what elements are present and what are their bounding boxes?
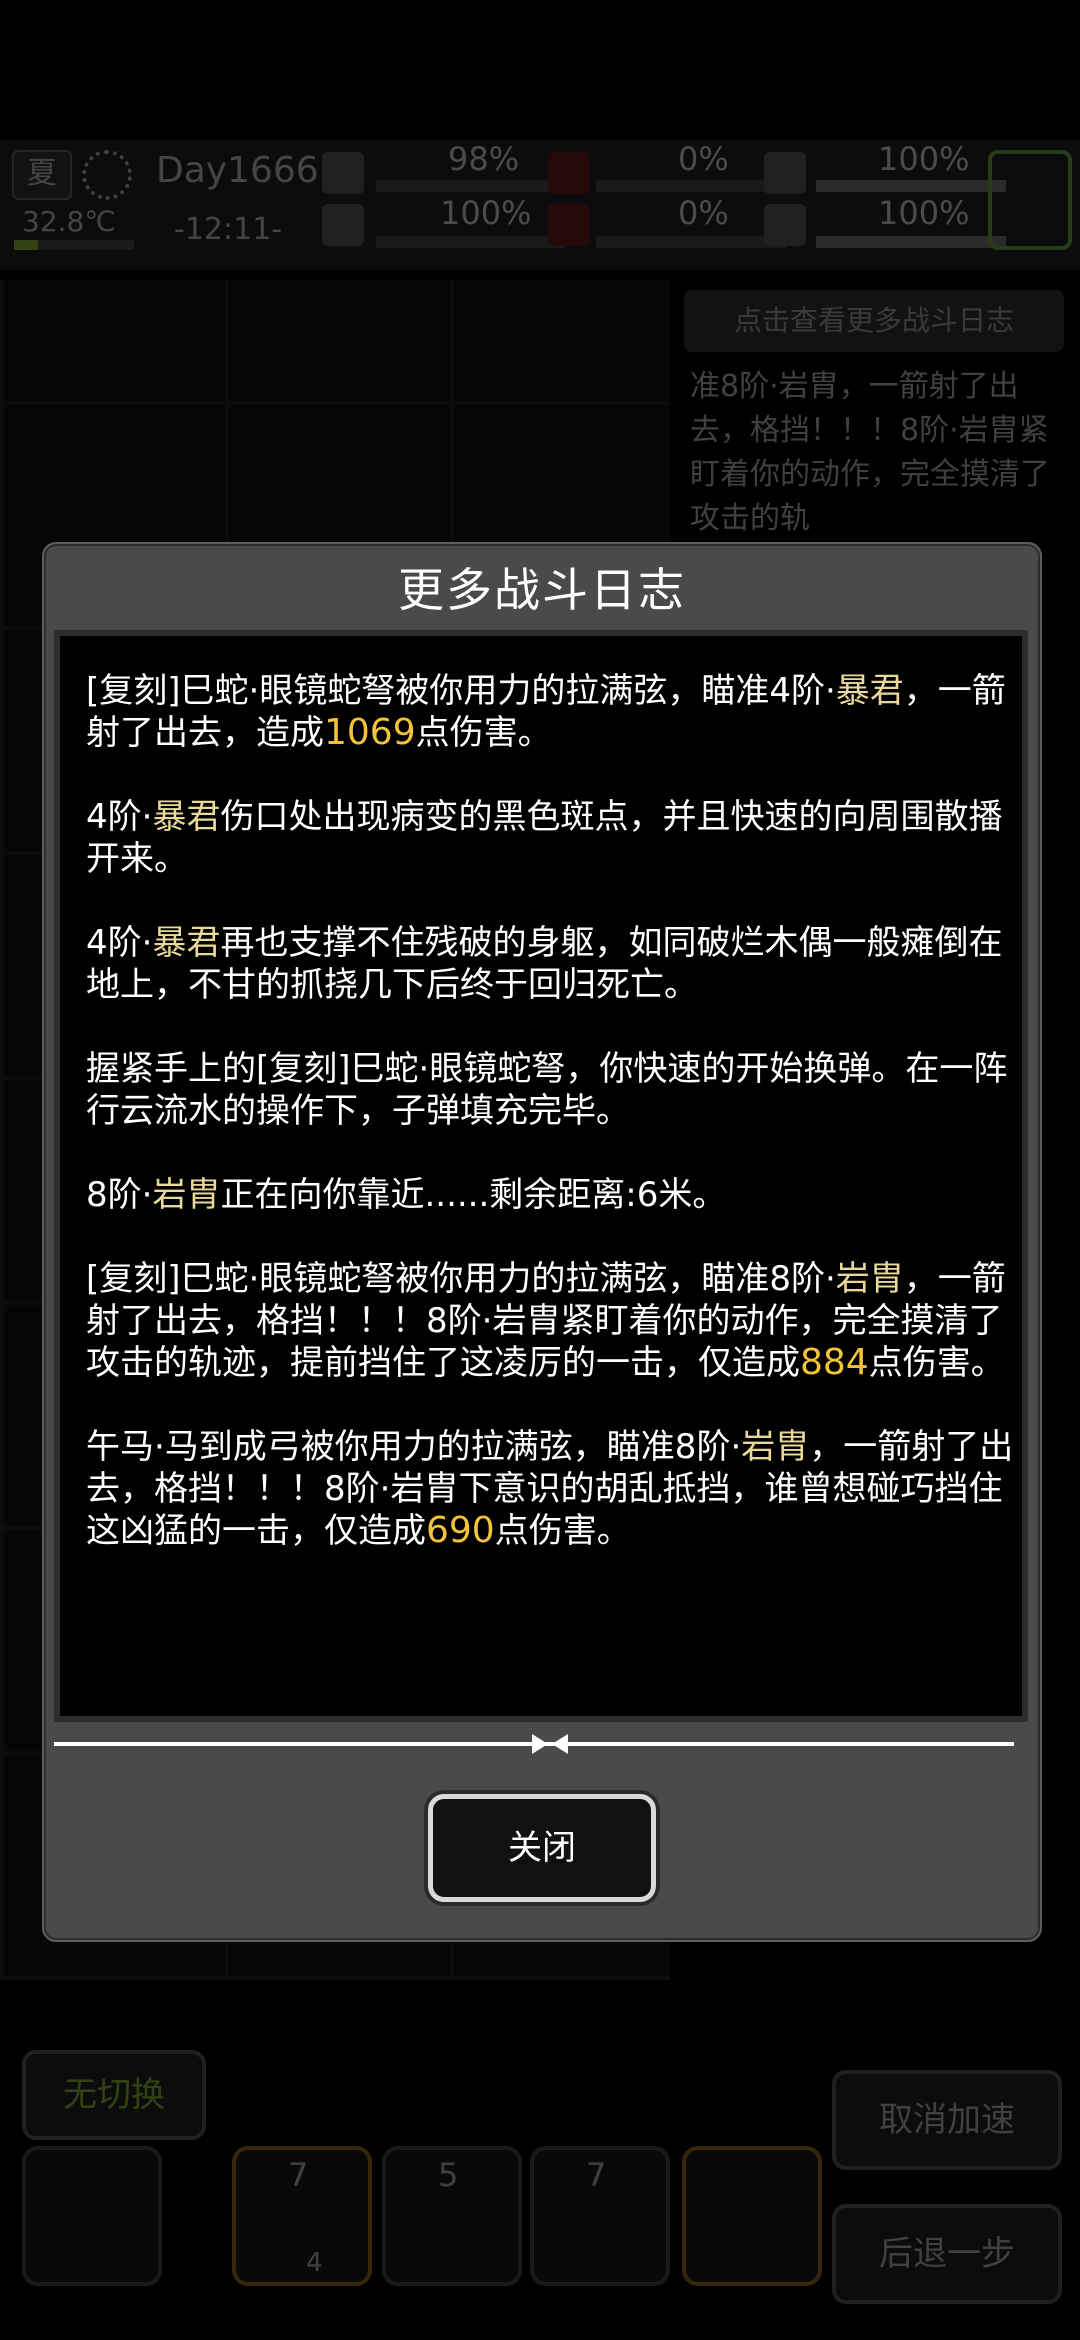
log-text-segment: 点伤害。	[415, 713, 552, 753]
log-entry: 4阶·暴君再也支撑不住残破的身躯，如同破烂木偶一般瘫倒在地上，不甘的抓挠几下后终…	[86, 922, 1016, 1006]
log-text-segment: 4阶·	[86, 797, 153, 837]
log-text-segment: 点伤害。	[494, 1511, 631, 1551]
screen: 夏 32.8℃ Day1666 -12:11- 98% 100% 0% 0% 1…	[0, 0, 1080, 2340]
log-text-segment: 8阶·	[86, 1175, 153, 1215]
arrow-right-icon	[532, 1734, 548, 1754]
log-text-segment: 午马·马到成弓被你用力的拉满弦，瞄准8阶·	[86, 1427, 742, 1467]
dialog-title: 更多战斗日志	[398, 563, 686, 617]
bottom-divider	[54, 1734, 1014, 1754]
arrow-left-icon	[552, 1734, 568, 1754]
log-entry: 8阶·岩胄正在向你靠近......剩余距离:6米。	[86, 1174, 1016, 1216]
log-text-segment: [复刻]巳蛇·眼镜蛇弩被你用力的拉满弦，瞄准8阶·	[86, 1259, 836, 1299]
damage-value: 884	[800, 1342, 869, 1383]
battle-log-panel[interactable]: [复刻]巳蛇·眼镜蛇弩被你用力的拉满弦，瞄准4阶·暴君，一箭射了出去，造成106…	[54, 630, 1028, 1722]
log-entry: 4阶·暴君伤口处出现病变的黑色斑点，并且快速的向周围散播开来。	[86, 796, 1016, 880]
log-entry: [复刻]巳蛇·眼镜蛇弩被你用力的拉满弦，瞄准8阶·岩胄，一箭射了出去，格挡！！！…	[86, 1258, 1016, 1384]
log-entry: [复刻]巳蛇·眼镜蛇弩被你用力的拉满弦，瞄准4阶·暴君，一箭射了出去，造成106…	[86, 670, 1016, 754]
enemy-name: 暴君	[835, 671, 904, 711]
battle-log-text: [复刻]巳蛇·眼镜蛇弩被你用力的拉满弦，瞄准4阶·暴君，一箭射了出去，造成106…	[86, 670, 1016, 1594]
log-text-segment: 再也支撑不住残破的身躯，如同破烂木偶一般瘫倒在地上，不甘的抓挠几下后终于回归死亡…	[86, 923, 1003, 1005]
damage-value: 1069	[324, 712, 416, 753]
enemy-name: 暴君	[152, 923, 221, 963]
enemy-name: 岩胄	[741, 1427, 810, 1467]
close-button[interactable]: 关闭	[428, 1794, 656, 1902]
enemy-name: 岩胄	[835, 1259, 904, 1299]
damage-value: 690	[426, 1510, 495, 1551]
log-entry: 握紧手上的[复刻]巳蛇·眼镜蛇弩，你快速的开始换弹。在一阵行云流水的操作下，子弹…	[86, 1048, 1016, 1132]
log-text-segment: 4阶·	[86, 923, 153, 963]
log-text-segment: [复刻]巳蛇·眼镜蛇弩被你用力的拉满弦，瞄准4阶·	[86, 671, 836, 711]
log-text-segment: 正在向你靠近......剩余距离:6米。	[220, 1175, 727, 1215]
battle-log-dialog: 更多战斗日志 [复刻]巳蛇·眼镜蛇弩被你用力的拉满弦，瞄准4阶·暴君，一箭射了出…	[42, 542, 1042, 1942]
log-entry: 午马·马到成弓被你用力的拉满弦，瞄准8阶·岩胄，一箭射了出去，格挡！！！8阶·岩…	[86, 1426, 1016, 1552]
log-text-segment: 伤口处出现病变的黑色斑点，并且快速的向周围散播开来。	[86, 797, 1003, 879]
log-text-segment: 握紧手上的[复刻]巳蛇·眼镜蛇弩，你快速的开始换弹。在一阵行云流水的操作下，子弹…	[86, 1049, 1008, 1131]
log-text-segment: 点伤害。	[868, 1343, 1005, 1383]
enemy-name: 岩胄	[152, 1175, 221, 1215]
enemy-name: 暴君	[152, 797, 221, 837]
